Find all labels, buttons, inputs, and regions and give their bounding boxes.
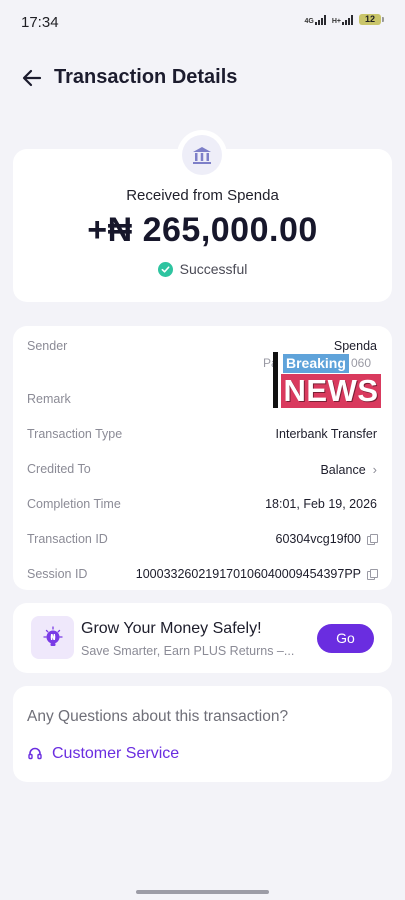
page-title: Transaction Details <box>54 66 238 88</box>
bank-icon <box>193 147 211 164</box>
transaction-id-label: Transaction ID <box>27 532 108 546</box>
promo-title: Grow Your Money Safely! <box>81 620 262 637</box>
news-bar <box>273 352 278 408</box>
completion-time-row: Completion Time 18:01, Feb 19, 2026 <box>27 497 377 517</box>
sender-value: Spenda <box>333 339 377 353</box>
help-card: Any Questions about this transaction? Cu… <box>13 686 392 782</box>
signal-icon-1: 4G <box>305 14 326 25</box>
transaction-type-row: Transaction Type Interbank Transfer <box>27 427 377 447</box>
go-button[interactable]: Go <box>317 624 374 653</box>
headset-icon <box>28 747 42 760</box>
header: Transaction Details <box>0 62 405 94</box>
back-arrow-icon[interactable] <box>20 66 44 90</box>
session-id-label: Session ID <box>27 567 88 581</box>
signal-icon-2: H+ <box>332 14 353 25</box>
status-icons: 4G H+ 12 <box>305 14 384 25</box>
transaction-type-value: Interbank Transfer <box>275 427 377 441</box>
customer-service-link[interactable]: Customer Service <box>27 745 179 763</box>
news-label: NEWS <box>281 374 381 408</box>
transaction-type-label: Transaction Type <box>27 427 123 441</box>
battery-icon: 12 <box>359 14 384 25</box>
bank-badge <box>177 130 227 180</box>
status-text: Successful <box>179 261 248 277</box>
check-circle-icon <box>157 261 173 277</box>
completion-time-label: Completion Time <box>27 497 121 511</box>
naira-glyph: ₦ <box>50 632 56 641</box>
credited-to-row[interactable]: Credited To Balance › <box>27 462 377 482</box>
screen: 17:34 4G H+ 12 Transaction Details Recei… <box>0 0 405 900</box>
transaction-id-value: 60304vcg19f00 <box>275 532 362 546</box>
session-id-value: 100033260219170106040009454397PP <box>135 567 361 581</box>
promo-subtitle: Save Smarter, Earn PLUS Returns –... <box>81 644 295 658</box>
credited-to-value: Balance <box>320 462 366 477</box>
status-time: 17:34 <box>21 14 59 31</box>
status-bar: 17:34 4G H+ 12 <box>0 0 405 44</box>
completion-time-value: 18:01, Feb 19, 2026 <box>265 497 377 511</box>
credited-to-label: Credited To <box>27 462 91 476</box>
breaking-label: Breaking <box>283 354 349 373</box>
help-question: Any Questions about this transaction? <box>27 708 289 725</box>
chevron-right-icon: › <box>372 462 377 477</box>
copy-icon[interactable] <box>367 569 378 580</box>
status-line: Successful <box>13 261 392 277</box>
customer-service-label: Customer Service <box>52 745 180 762</box>
amount: +₦ 265,000.00 <box>87 211 318 249</box>
lightbulb-icon: ₦ <box>31 616 74 659</box>
home-indicator[interactable] <box>136 890 269 894</box>
copy-icon[interactable] <box>367 534 378 545</box>
session-id-row: Session ID 10003326021917010604000945439… <box>27 567 378 587</box>
sender-label: Sender <box>27 339 68 353</box>
promo-card[interactable]: ₦ Grow Your Money Safely! Save Smarter, … <box>13 603 392 673</box>
remark-label: Remark <box>27 392 71 406</box>
breaking-news-overlay: Breaking NEWS <box>273 352 383 408</box>
transaction-id-row: Transaction ID 60304vcg19f00 <box>27 532 378 552</box>
received-from-label: Received from Spenda <box>126 187 279 204</box>
